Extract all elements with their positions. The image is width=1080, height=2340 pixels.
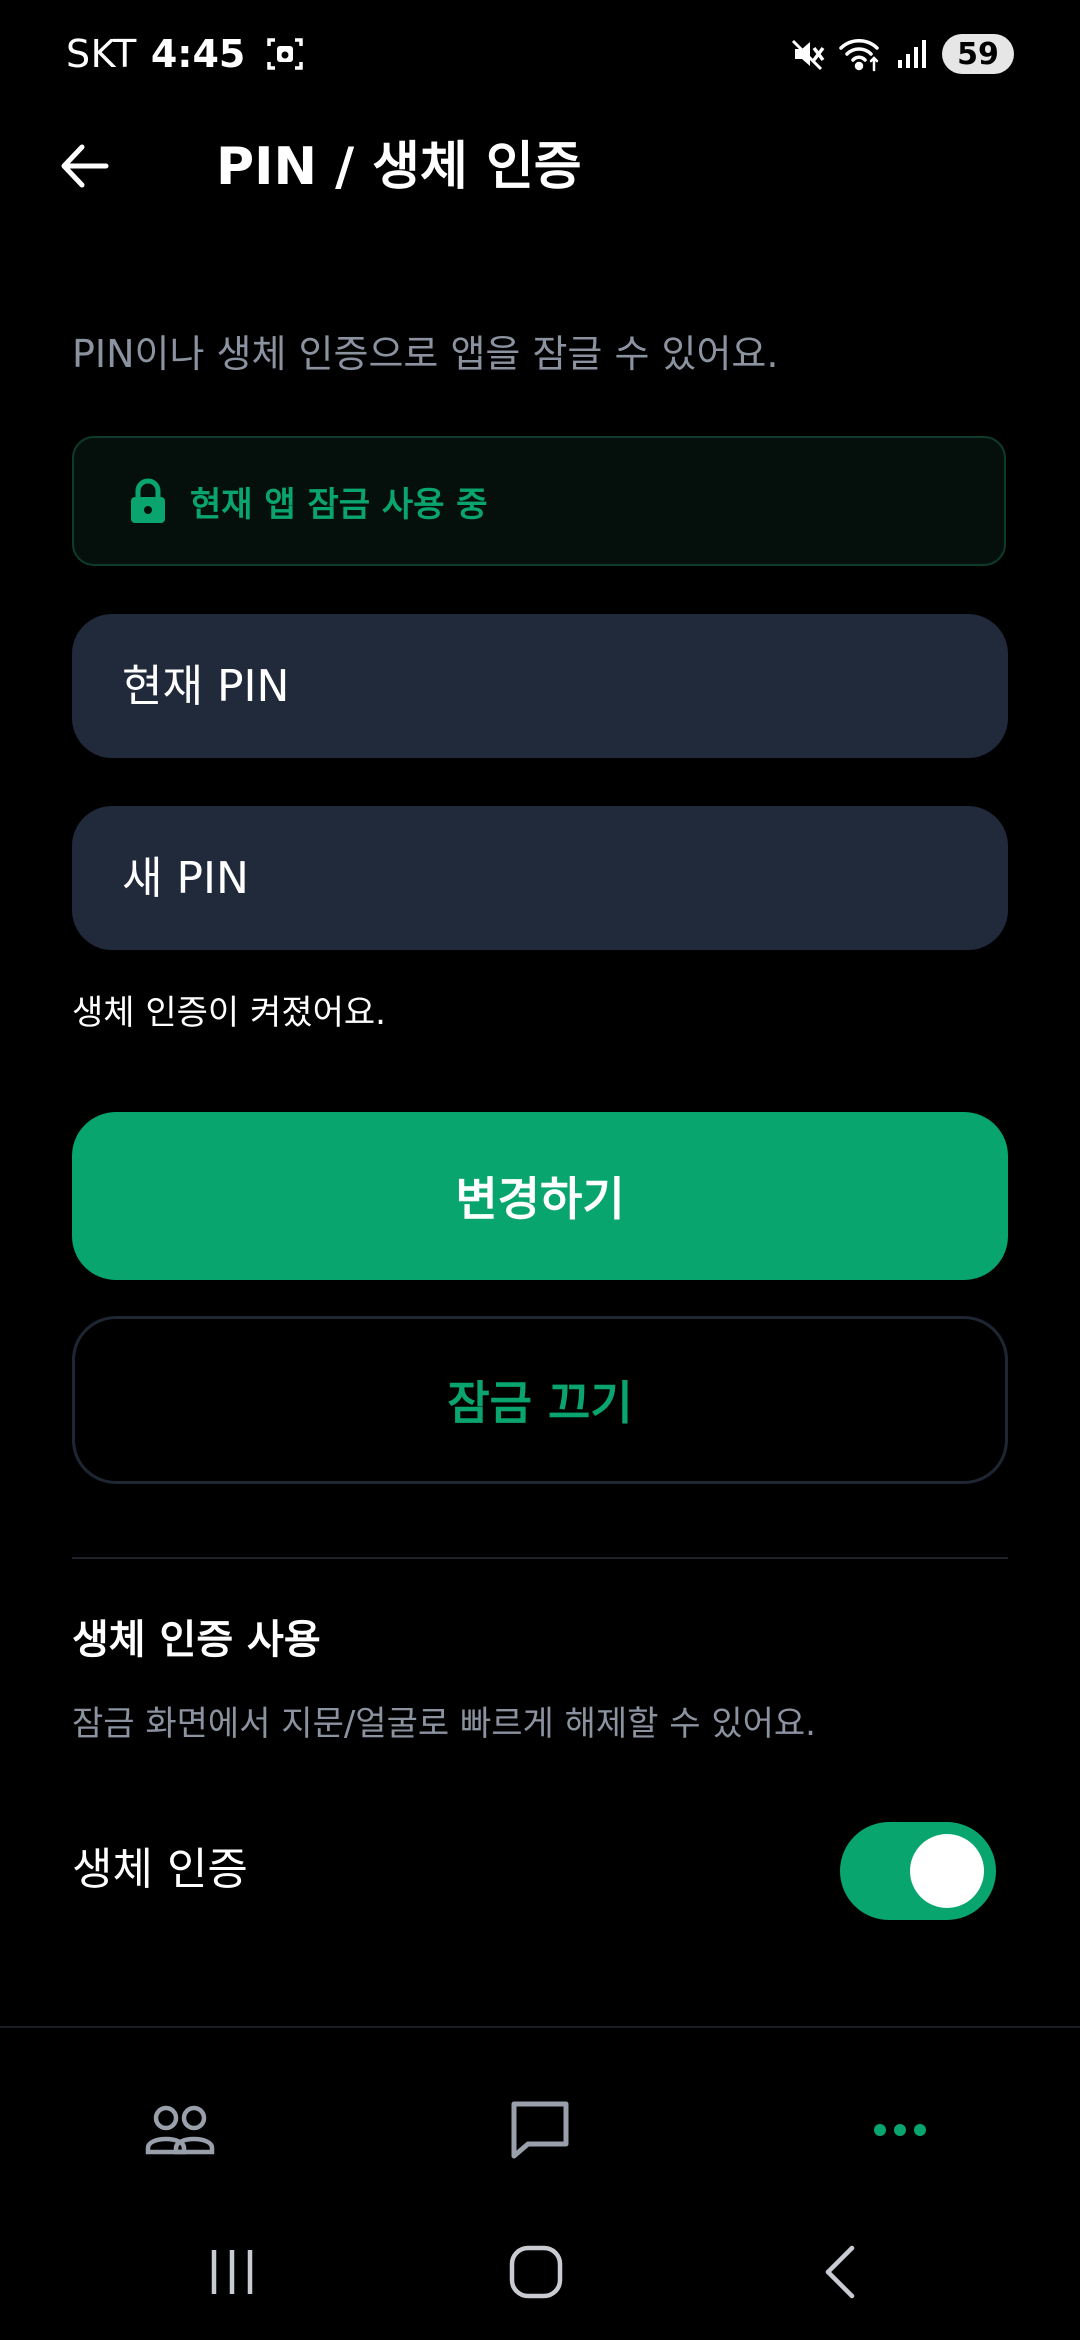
signal-icon: [894, 36, 930, 72]
battery-indicator: 59: [942, 34, 1014, 74]
home-button[interactable]: [476, 2222, 596, 2322]
home-icon: [508, 2244, 564, 2300]
new-pin-field[interactable]: [72, 806, 1008, 950]
back-button[interactable]: [44, 126, 124, 206]
system-back-button[interactable]: [780, 2222, 900, 2322]
chevron-left-icon: [820, 2244, 860, 2300]
bottom-nav-divider: [0, 2026, 1080, 2028]
new-pin-input[interactable]: [120, 851, 1008, 905]
biometric-status-text: 생체 인증이 켜졌어요.: [72, 993, 386, 1033]
friends-icon: [144, 2102, 216, 2158]
biometric-toggle-label: 생체 인증: [72, 1844, 248, 1895]
more-icon: [872, 2122, 928, 2138]
lock-icon: [128, 478, 168, 524]
screenshot-icon: [265, 34, 305, 74]
current-pin-field[interactable]: [72, 614, 1008, 758]
recent-apps-icon: [206, 2246, 258, 2298]
page-description: PIN이나 생체 인증으로 앱을 잠글 수 있어요.: [72, 332, 779, 376]
page-title: PIN / 생체 인증: [216, 137, 582, 197]
recent-apps-button[interactable]: [172, 2222, 292, 2322]
toggle-knob: [910, 1834, 984, 1908]
biometric-section-title: 생체 인증 사용: [72, 1617, 321, 1663]
biometric-toggle[interactable]: [840, 1822, 996, 1920]
section-divider: [72, 1557, 1008, 1559]
nav-chat[interactable]: [470, 2060, 610, 2200]
clock: 4:45: [150, 32, 246, 76]
wifi-icon: [838, 36, 882, 72]
disable-lock-button[interactable]: 잠금 끄기: [72, 1316, 1008, 1484]
change-pin-button[interactable]: 변경하기: [72, 1112, 1008, 1280]
lock-status-card: 현재 앱 잠금 사용 중: [72, 436, 1006, 566]
status-bar-right: 59: [790, 28, 1014, 80]
nav-friends[interactable]: [110, 2060, 250, 2200]
biometric-section-description: 잠금 화면에서 지문/얼굴로 빠르게 해제할 수 있어요.: [72, 1704, 816, 1744]
nav-more[interactable]: [830, 2060, 970, 2200]
arrow-left-icon: [56, 138, 112, 194]
lock-status-text: 현재 앱 잠금 사용 중: [190, 484, 488, 525]
current-pin-input[interactable]: [120, 659, 1008, 713]
chat-icon: [508, 2098, 572, 2162]
status-bar-left: SKT 4:45: [66, 28, 305, 80]
mute-icon: [790, 36, 826, 72]
carrier-label: SKT: [66, 32, 137, 76]
